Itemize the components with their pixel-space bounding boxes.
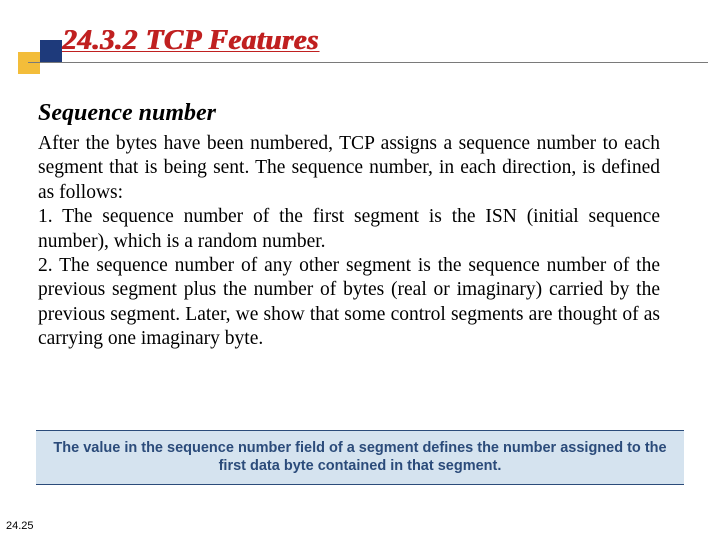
- callout-text: The value in the sequence number field o…: [48, 439, 672, 475]
- decor-square-blue: [40, 40, 62, 62]
- page-title: 24.3.2 TCP Features: [62, 24, 319, 56]
- callout-box: The value in the sequence number field o…: [36, 430, 684, 485]
- section-subtitle: Sequence number: [38, 100, 216, 127]
- body-point-1: 1. The sequence number of the first segm…: [38, 205, 660, 254]
- page-number: 24.25: [6, 520, 34, 532]
- decor-square-yellow: [18, 52, 40, 74]
- body-text: After the bytes have been numbered, TCP …: [38, 132, 660, 351]
- title-wrap: 24.3.2 TCP Features: [62, 24, 680, 57]
- title-underline: [28, 62, 708, 63]
- body-intro: After the bytes have been numbered, TCP …: [38, 132, 660, 205]
- body-point-2: 2. The sequence number of any other segm…: [38, 254, 660, 352]
